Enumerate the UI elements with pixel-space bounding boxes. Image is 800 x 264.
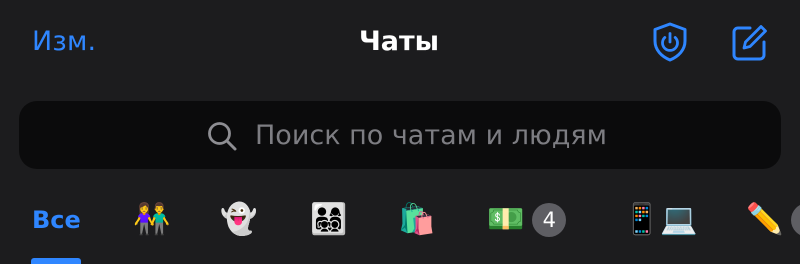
shopping-bags-emoji-icon: 🛍️ [398,202,436,237]
chats-screen: Изм. Чаты Все 👫 [0,0,800,264]
shield-power-icon [653,22,687,62]
search-icon [208,122,237,151]
tab-all-label: Все [32,206,81,234]
devices-emoji-icon: 📱💻 [623,202,698,237]
pencil-emoji-icon: ✏️ [746,202,784,237]
shield-power-button[interactable] [648,20,692,64]
tab-money[interactable]: 💵 4 [487,196,567,244]
family-emoji-icon: 👨‍👩‍👧‍👦 [310,202,348,237]
tab-devices[interactable]: 📱💻 [623,196,698,244]
unread-badge: 4 [532,203,567,237]
navigation-bar: Изм. Чаты [0,0,800,88]
tab-ghost[interactable]: 👻 [220,196,257,244]
tab-shopping[interactable]: 🛍️ [398,196,435,244]
tab-couple[interactable]: 👫 [133,196,170,244]
tab-family[interactable]: 👨‍👩‍👧‍👦 [310,196,347,244]
compose-button[interactable] [727,20,771,64]
couple-emoji-icon: 👫 [133,202,171,237]
search-input[interactable] [255,115,755,155]
tab-all[interactable]: Все [32,196,81,244]
page-title-text: Чаты [358,26,440,57]
ghost-emoji-icon: 👻 [220,202,258,237]
selected-tab-indicator [31,258,81,264]
compose-icon [732,25,767,61]
tab-pencil[interactable]: ✏️ [746,196,783,244]
search-bar[interactable] [19,101,781,169]
folder-tabs: Все 👫 👻 👨‍👩‍👧‍👦 🛍️ 💵 4 📱💻 ✏️ [0,192,800,264]
money-emoji-icon: 💵 [487,202,525,237]
